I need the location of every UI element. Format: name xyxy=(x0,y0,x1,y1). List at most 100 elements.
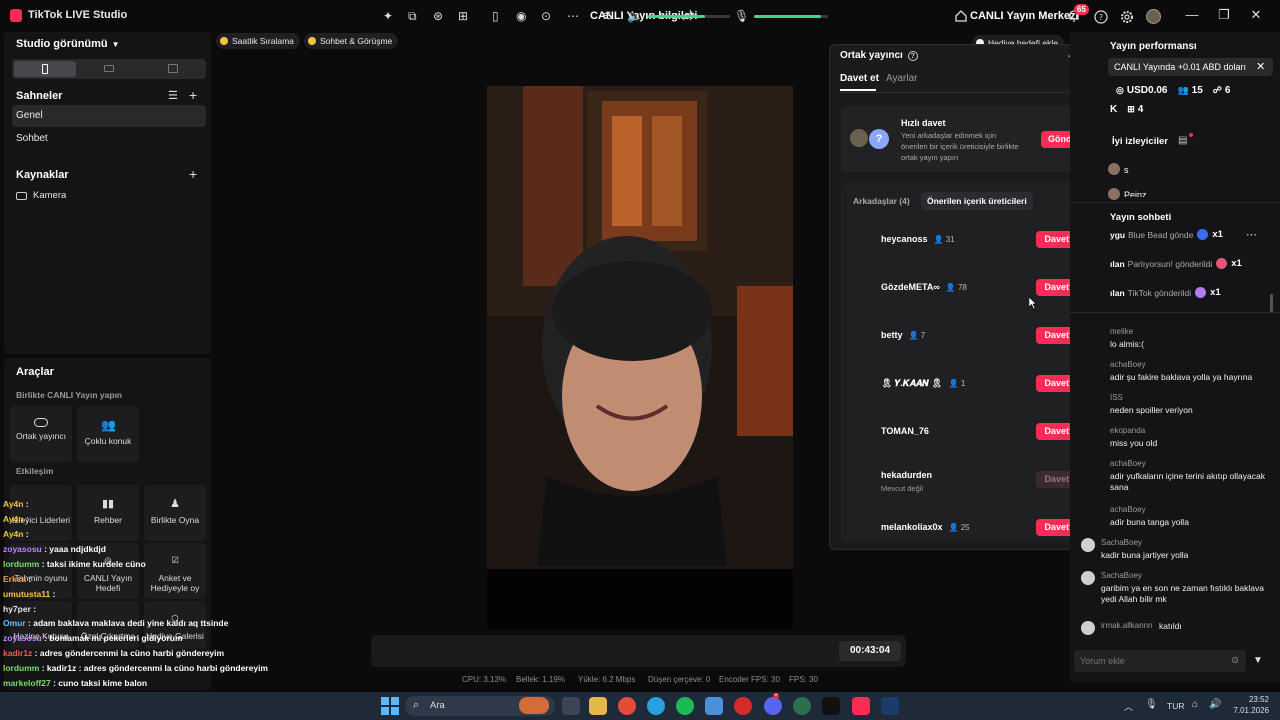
chat-username[interactable]: ekopanda xyxy=(1110,426,1145,435)
snapshot-icon[interactable]: ⊙ xyxy=(541,9,555,23)
landscape-mode-button[interactable] xyxy=(78,61,140,77)
tray-network-icon[interactable]: ⌂ xyxy=(1192,699,1198,710)
creator-name[interactable]: betty xyxy=(881,330,903,340)
more-icon[interactable]: ⋯ xyxy=(567,9,581,23)
minimize-icon[interactable]: — xyxy=(1185,8,1199,22)
edit-scene-icon[interactable]: ⧉ xyxy=(408,9,422,23)
tray-chevron-icon[interactable]: ︿ xyxy=(1124,700,1133,713)
tool-guide[interactable]: ▮▮ Rehber xyxy=(77,485,139,541)
taskbar-search-label: Ara xyxy=(430,700,445,711)
tray-language[interactable]: TUR xyxy=(1167,701,1184,711)
close-banner-icon[interactable]: ✕ xyxy=(1256,60,1265,73)
creator-name[interactable]: heycanoss xyxy=(881,234,928,244)
windows-start-icon[interactable] xyxy=(381,697,399,715)
tray-time[interactable]: 23:52 xyxy=(1233,695,1269,704)
list-icon[interactable]: ▤ xyxy=(1178,135,1187,146)
chat-username[interactable]: ISS xyxy=(1110,393,1123,402)
record-icon[interactable]: ◉ xyxy=(516,9,530,23)
tab-settings[interactable]: Ayarlar xyxy=(886,73,918,84)
chat-username[interactable]: achaBoey xyxy=(1110,459,1146,468)
settings-gear-icon[interactable] xyxy=(1120,10,1134,24)
user-icon: 👤 xyxy=(945,283,958,292)
creator-row: GözdeMETA∞ 👤 78 xyxy=(881,282,967,292)
studio-view-label: Studio görünümü xyxy=(16,38,108,50)
chat-user: Erkca xyxy=(3,574,27,584)
portrait-mode-button[interactable] xyxy=(14,61,76,77)
file-explorer-icon[interactable] xyxy=(589,697,607,715)
more-options-icon[interactable]: ⋯ xyxy=(1246,228,1257,241)
tool-play-together[interactable]: ♟ Birlikte Oyna xyxy=(144,485,206,541)
filter-icon[interactable]: ▼ xyxy=(1253,655,1263,666)
tray-date[interactable]: 7.01.2026 xyxy=(1229,706,1269,715)
task-view-icon[interactable] xyxy=(562,697,580,715)
add-source-icon[interactable]: + xyxy=(189,166,197,182)
chat-user: lordumm xyxy=(3,663,40,673)
emoji-icon[interactable]: ☺ xyxy=(1230,655,1240,666)
terminal-icon[interactable] xyxy=(822,697,840,715)
phone-icon[interactable]: ▯ xyxy=(492,9,506,23)
add-media-icon[interactable]: ⊞ xyxy=(458,9,472,23)
tray-speaker-icon[interactable]: 🔊 xyxy=(1209,699,1221,710)
add-scene-icon[interactable]: + xyxy=(189,87,197,103)
scrollbar-thumb[interactable] xyxy=(1270,294,1273,312)
studio-view-dropdown[interactable]: Studio görünümü ▼ xyxy=(16,38,120,50)
tab-friends[interactable]: Arkadaşlar (4) xyxy=(853,196,910,206)
edge-icon[interactable] xyxy=(647,697,665,715)
tool-cohost[interactable]: Ortak yayıncı xyxy=(10,406,72,462)
creator-name[interactable]: hekadurden xyxy=(881,470,932,480)
chat-username[interactable]: SachaBoey xyxy=(1101,571,1142,580)
magic-wand-icon[interactable]: ✦ xyxy=(383,9,397,23)
source-item-camera[interactable]: Kamera xyxy=(16,190,66,201)
scene-item-genel[interactable]: Genel xyxy=(12,105,206,127)
close-window-icon[interactable]: ✕ xyxy=(1249,8,1263,22)
live-center-button[interactable]: CANLI Yayın Merkezi xyxy=(970,10,1079,22)
hourly-ranking-chip[interactable]: Saatlik Sıralama xyxy=(216,33,300,49)
creator-row: hekadurden xyxy=(881,470,932,480)
list-icon[interactable]: ☰ xyxy=(168,89,178,102)
chat-user: Ay4n xyxy=(3,514,24,524)
creator-row: melankoliax0x 👤 25 xyxy=(881,522,970,532)
app-icon[interactable] xyxy=(705,697,723,715)
scene-item-sohbet[interactable]: Sohbet xyxy=(12,128,206,150)
chat-username[interactable]: irmak.allkannn xyxy=(1101,621,1153,630)
tray-mic-icon[interactable]: 🎙 xyxy=(1145,699,1158,710)
creator-row: betty 👤 7 xyxy=(881,330,925,340)
chat-username[interactable]: melike xyxy=(1110,327,1133,336)
steam-icon[interactable] xyxy=(881,697,899,715)
chat-username[interactable]: SachaBoey xyxy=(1101,538,1142,547)
comment-input[interactable] xyxy=(1080,653,1220,669)
tool-multi-guest[interactable]: 👥 Çoklu konuk xyxy=(77,406,139,462)
home-icon[interactable] xyxy=(954,9,968,23)
help-icon[interactable]: ? xyxy=(1094,10,1108,24)
chrome-icon[interactable] xyxy=(618,697,636,715)
tool-poll[interactable]: ☑ Anket ve Hediyeyle oy xyxy=(144,543,206,599)
chatgpt-icon[interactable] xyxy=(793,697,811,715)
microphone-icon[interactable]: 🎙 xyxy=(734,9,749,23)
creator-name[interactable]: TOMAN_76 xyxy=(881,426,929,436)
discord-icon[interactable] xyxy=(764,697,782,715)
help-icon[interactable]: ? xyxy=(907,50,918,61)
effects-icon[interactable]: ⊛ xyxy=(433,9,447,23)
chat-overlay-line: Omur : adam baklava maklava dedi yine ka… xyxy=(3,618,228,628)
chat-username[interactable]: achaBoey xyxy=(1110,505,1146,514)
profile-avatar[interactable] xyxy=(1146,9,1161,24)
tiktok-live-icon[interactable] xyxy=(852,697,870,715)
opera-icon[interactable] xyxy=(734,697,752,715)
restore-icon[interactable]: ❐ xyxy=(1217,8,1231,22)
divider xyxy=(840,92,1098,93)
new-dot xyxy=(1189,133,1193,137)
volume-slider[interactable] xyxy=(648,15,730,18)
spotify-icon[interactable] xyxy=(676,697,694,715)
mixer-icon[interactable]: ⚟ xyxy=(602,9,616,23)
tab-invite[interactable]: Davet et xyxy=(840,73,879,84)
chat-username[interactable]: achaBoey xyxy=(1110,360,1146,369)
creator-name[interactable]: 🎗 𝒀.𝑲𝑨𝑨𝑵 🎗 xyxy=(881,378,943,388)
notification-badge: 65 xyxy=(1074,4,1089,15)
mic-slider[interactable] xyxy=(754,15,828,18)
tab-suggested-creators[interactable]: Önerilen içerik üreticileri xyxy=(921,192,1033,210)
multi-mode-button[interactable] xyxy=(142,61,204,77)
creator-name[interactable]: melankoliax0x xyxy=(881,522,943,532)
chat-meeting-chip[interactable]: Sohbet & Görüşme xyxy=(304,33,399,49)
creator-name[interactable]: GözdeMETA∞ xyxy=(881,282,940,292)
speaker-icon[interactable]: 🔈 xyxy=(627,9,642,23)
